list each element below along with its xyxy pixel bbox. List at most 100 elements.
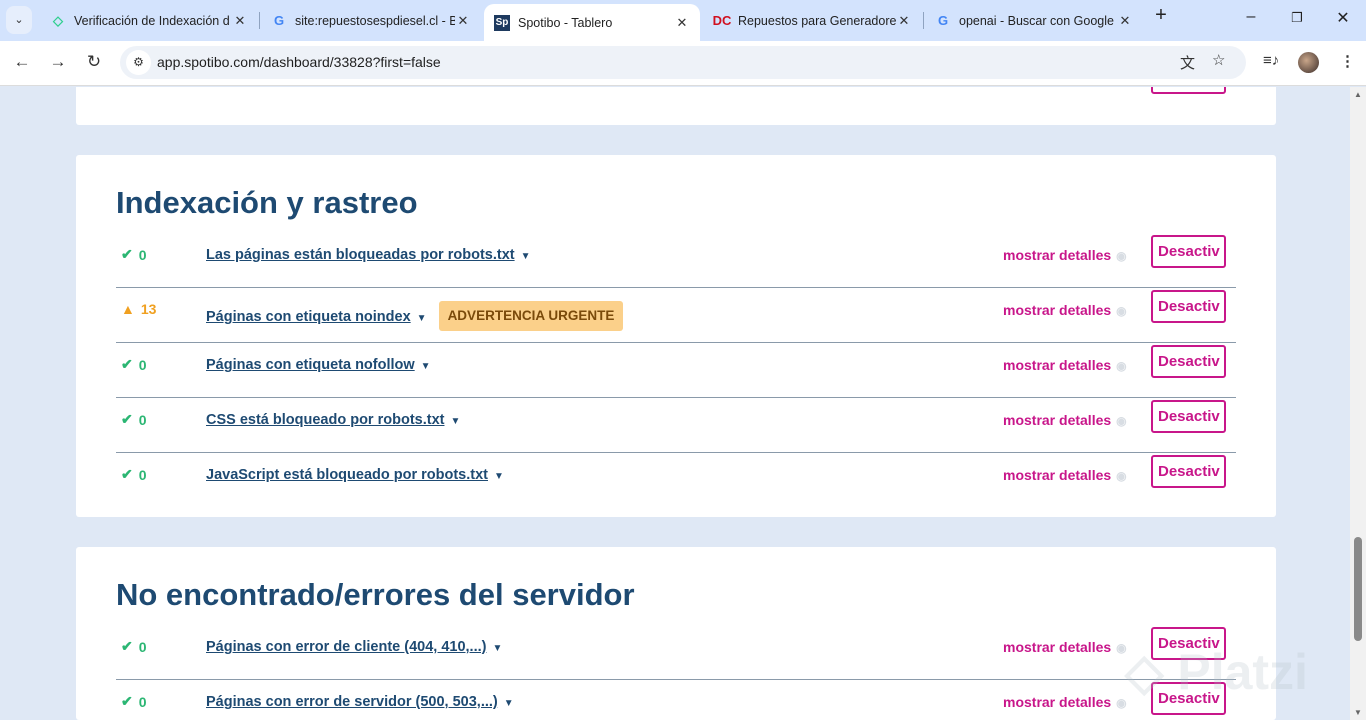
tab-active[interactable]: Sp Spotibo - Tablero ✕ — [484, 4, 700, 41]
check-row: ✔ 0 Páginas con etiqueta nofollow ▼ mostr… — [116, 343, 1236, 398]
check-link[interactable]: Las páginas están bloqueadas por robots.… — [206, 247, 531, 263]
status-indicator: ✔ 0 — [121, 411, 147, 428]
caret-down-icon[interactable]: ▼ — [417, 313, 427, 324]
check-label[interactable]: Páginas con etiqueta noindex — [206, 309, 411, 325]
status-indicator: ✔ 0 — [121, 466, 147, 483]
check-row: ✔ 0 CSS está bloqueado por robots.txt ▼ m… — [116, 398, 1236, 453]
close-tab-icon[interactable]: ✕ — [1117, 13, 1133, 29]
platzi-logo-icon: ◇ — [1125, 644, 1178, 700]
check-link[interactable]: Páginas con etiqueta nofollow ▼ — [206, 357, 431, 373]
menu-icon[interactable]: ⋮ — [1340, 52, 1355, 70]
forward-button[interactable]: → — [46, 52, 70, 72]
section-title: Indexación y rastreo — [116, 185, 418, 220]
tab-divider — [259, 12, 260, 29]
browser-toolbar: ← → ↻ ⚙ app.spotibo.com/dashboard/33828?… — [0, 41, 1366, 86]
close-window-button[interactable]: ✕ — [1328, 8, 1358, 28]
check-label[interactable]: JavaScript está bloqueado por robots.txt — [206, 467, 488, 483]
deactivate-button[interactable]: Desactiv — [1151, 235, 1226, 268]
deactivate-button[interactable]: Desactiv — [1151, 455, 1226, 488]
check-label[interactable]: Las páginas están bloqueadas por robots.… — [206, 247, 515, 263]
site-settings-icon[interactable]: ⚙ — [126, 50, 151, 75]
issue-count: 0 — [138, 411, 147, 428]
bookmark-star-icon[interactable]: ☆ — [1212, 51, 1225, 69]
deactivate-button[interactable] — [1151, 87, 1226, 94]
reload-button[interactable]: ↻ — [82, 52, 106, 72]
status-indicator: ✔ 0 — [121, 638, 147, 655]
google-icon: G — [937, 13, 949, 28]
close-tab-icon[interactable]: ✕ — [896, 13, 912, 29]
urgent-warning-badge: ADVERTENCIA URGENTE — [438, 301, 624, 331]
tab[interactable]: G openai - Buscar con Google ✕ — [925, 4, 1143, 37]
show-details-label[interactable]: mostrar detalles — [1003, 467, 1111, 483]
show-details-label[interactable]: mostrar detalles — [1003, 302, 1111, 318]
close-tab-icon[interactable]: ✕ — [232, 13, 248, 29]
check-label[interactable]: Páginas con etiqueta nofollow — [206, 357, 415, 373]
scrollbar-thumb[interactable] — [1354, 537, 1362, 641]
media-control-icon[interactable]: ≡♪ — [1263, 52, 1279, 69]
tab[interactable]: DC Repuestos para Generadore ✕ — [704, 4, 922, 37]
google-icon: G — [273, 13, 285, 28]
section-title: No encontrado/errores del servidor — [116, 577, 635, 612]
tab-title: Spotibo - Tablero — [518, 15, 613, 30]
show-details-link[interactable]: mostrar detalles ◉ — [1003, 467, 1127, 483]
show-details-link[interactable]: mostrar detalles ◉ — [1003, 412, 1127, 428]
deactivate-button[interactable]: Desactiv — [1151, 400, 1226, 433]
tab-title: openai - Buscar con Google — [959, 13, 1114, 28]
minimize-button[interactable]: – — [1236, 8, 1266, 26]
new-tab-button[interactable]: + — [1146, 4, 1176, 27]
url-text[interactable]: app.spotibo.com/dashboard/33828?first=fa… — [157, 54, 441, 70]
deactivate-button[interactable]: Desactiv — [1151, 345, 1226, 378]
watermark-text: Platzi — [1177, 644, 1308, 700]
check-icon: ✔ — [121, 356, 133, 372]
address-bar[interactable]: ⚙ app.spotibo.com/dashboard/33828?first=… — [120, 46, 1246, 79]
profile-avatar[interactable] — [1298, 52, 1319, 73]
show-details-label[interactable]: mostrar detalles — [1003, 357, 1111, 373]
check-icon: ✔ — [121, 246, 133, 262]
eye-icon: ◉ — [1116, 304, 1127, 318]
deactivate-button[interactable]: Desactiv — [1151, 290, 1226, 323]
warning-icon: ▲ — [121, 301, 135, 317]
scroll-up-icon[interactable]: ▲ — [1354, 90, 1362, 99]
check-row: ✔ 0 Páginas con error de servidor (500, … — [116, 680, 1236, 718]
scrollbar[interactable]: ▲ ▼ — [1350, 87, 1366, 720]
check-label[interactable]: CSS está bloqueado por robots.txt — [206, 412, 444, 428]
show-details-label[interactable]: mostrar detalles — [1003, 639, 1111, 655]
check-link[interactable]: Páginas con error de servidor (500, 503,… — [206, 694, 514, 710]
tab[interactable]: ◇ Verificación de Indexación d ✕ — [40, 4, 258, 37]
close-tab-icon[interactable]: ✕ — [674, 15, 690, 31]
check-link[interactable]: CSS está bloqueado por robots.txt ▼ — [206, 412, 460, 428]
status-indicator: ✔ 0 — [121, 246, 147, 263]
caret-down-icon[interactable]: ▼ — [450, 416, 460, 427]
tab-title: Verificación de Indexación d — [74, 13, 230, 28]
eye-icon: ◉ — [1116, 414, 1127, 428]
show-details-label[interactable]: mostrar detalles — [1003, 412, 1111, 428]
caret-down-icon[interactable]: ▼ — [504, 698, 514, 709]
scroll-down-icon[interactable]: ▼ — [1354, 708, 1362, 717]
close-tab-icon[interactable]: ✕ — [455, 13, 471, 29]
show-details-link[interactable]: mostrar detalles ◉ — [1003, 639, 1127, 655]
check-row: ✔ 0 JavaScript está bloqueado por robots… — [116, 453, 1236, 491]
caret-down-icon[interactable]: ▼ — [521, 251, 531, 262]
tab-title: site:repuestosespdiesel.cl - B — [295, 13, 455, 28]
show-details-link[interactable]: mostrar detalles ◉ — [1003, 247, 1127, 263]
show-details-link[interactable]: mostrar detalles ◉ — [1003, 302, 1127, 318]
translate-icon[interactable]: 文 — [1180, 52, 1195, 73]
caret-down-icon[interactable]: ▼ — [492, 643, 502, 654]
spotibo-icon: ◇ — [53, 12, 63, 28]
check-label[interactable]: Páginas con error de cliente (404, 410,.… — [206, 639, 486, 655]
check-link[interactable]: JavaScript está bloqueado por robots.txt… — [206, 467, 504, 483]
issue-count: 0 — [138, 466, 147, 483]
check-link[interactable]: Páginas con etiqueta noindex ▼ ADVERTENCIA… — [206, 301, 624, 332]
back-button[interactable]: ← — [10, 52, 34, 72]
show-details-link[interactable]: mostrar detalles ◉ — [1003, 694, 1127, 710]
caret-down-icon[interactable]: ▼ — [421, 361, 431, 372]
check-label[interactable]: Páginas con error de servidor (500, 503,… — [206, 694, 498, 710]
restore-button[interactable]: ❐ — [1282, 10, 1312, 26]
show-details-link[interactable]: mostrar detalles ◉ — [1003, 357, 1127, 373]
check-link[interactable]: Páginas con error de cliente (404, 410,.… — [206, 639, 502, 655]
tab[interactable]: G site:repuestosespdiesel.cl - B ✕ — [261, 4, 481, 37]
show-details-label[interactable]: mostrar detalles — [1003, 694, 1111, 710]
tab-search-button[interactable]: ⌄ — [6, 6, 32, 34]
show-details-label[interactable]: mostrar detalles — [1003, 247, 1111, 263]
caret-down-icon[interactable]: ▼ — [494, 471, 504, 482]
